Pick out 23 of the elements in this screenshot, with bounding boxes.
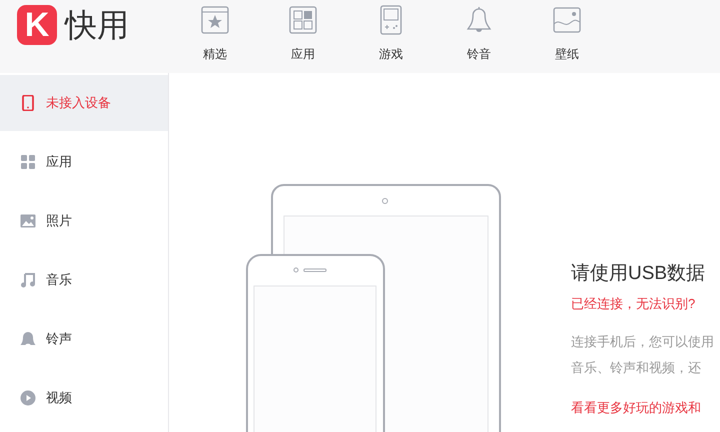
landscape-picture-icon	[552, 5, 582, 35]
instruction-title: 请使用USB数据	[571, 262, 706, 286]
music-note-icon	[20, 272, 36, 288]
picture-icon	[20, 213, 36, 229]
app-name: 快用	[65, 5, 129, 45]
bell-icon	[20, 331, 36, 347]
nav-tab[interactable]: 精选	[171, 0, 259, 68]
nav-tab[interactable]: 铃音	[435, 0, 523, 68]
description-line: 连接手机后，您可以使用	[571, 333, 714, 351]
nav-tab[interactable]: 壁纸	[523, 0, 611, 68]
unrecognized-link[interactable]: 已经连接，无法识别?	[571, 295, 696, 313]
bell-icon	[464, 5, 494, 35]
sidebar-item[interactable]: 未接入设备	[0, 75, 168, 131]
more-games-link[interactable]: 看看更多好玩的游戏和	[571, 399, 701, 417]
app-grid-icon	[288, 5, 318, 35]
phone-icon	[20, 95, 36, 111]
description-line: 音乐、铃声和视频，还	[571, 359, 702, 377]
star-card-icon	[200, 5, 230, 35]
nav-tab[interactable]: 游戏	[347, 0, 435, 68]
app-logo: K	[17, 5, 57, 45]
grid-icon	[20, 154, 36, 170]
play-circle-icon	[20, 390, 36, 406]
nav-tab[interactable]: 应用	[259, 0, 347, 68]
